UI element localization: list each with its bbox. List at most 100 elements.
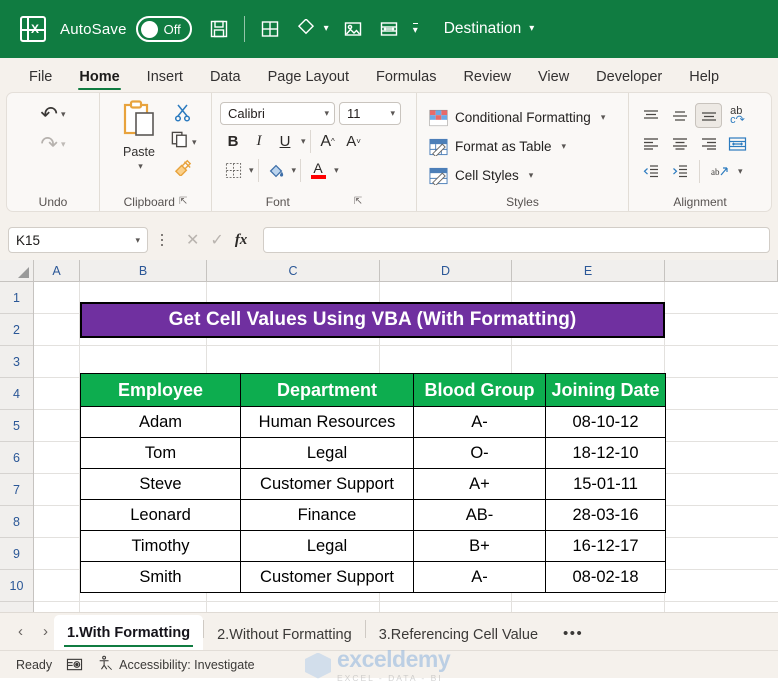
- sheet-title-banner[interactable]: Get Cell Values Using VBA (With Formatti…: [80, 302, 665, 338]
- underline-chevron-down-icon[interactable]: ▾: [301, 136, 306, 147]
- column-header-department[interactable]: Department: [240, 373, 414, 407]
- cell-department[interactable]: Human Resources: [240, 406, 414, 438]
- cell-area[interactable]: Get Cell Values Using VBA (With Formatti…: [34, 282, 778, 612]
- save-icon[interactable]: [204, 14, 234, 44]
- record-macro-icon[interactable]: [66, 657, 83, 672]
- ribbon-tab-view[interactable]: View: [527, 65, 580, 92]
- paste-icon[interactable]: [120, 100, 158, 145]
- ribbon-tab-data[interactable]: Data: [199, 65, 252, 92]
- italic-button[interactable]: I: [246, 129, 272, 154]
- orientation-icon[interactable]: ab: [706, 159, 733, 184]
- cancel-icon[interactable]: ✕: [186, 230, 199, 250]
- accessibility-status[interactable]: Accessibility: Investigate: [97, 655, 255, 674]
- select-all-button[interactable]: [0, 260, 34, 281]
- cell-department[interactable]: Finance: [240, 499, 414, 531]
- increase-indent-icon[interactable]: [666, 159, 693, 184]
- sheet-tab-referencing-cell-value[interactable]: 3.Referencing Cell Value: [366, 619, 551, 650]
- column-header-joining-date[interactable]: Joining Date: [545, 373, 666, 407]
- font-dialog-launcher-icon[interactable]: ⇱: [354, 196, 362, 207]
- cell-blood-group[interactable]: AB-: [413, 499, 546, 531]
- redo-chevron-down-icon[interactable]: ▾: [61, 139, 66, 150]
- borders-chevron-down-icon[interactable]: ▾: [249, 165, 254, 176]
- redo-icon[interactable]: ↷: [40, 134, 58, 155]
- cell-blood-group[interactable]: A-: [413, 406, 546, 438]
- cell-department[interactable]: Legal: [240, 530, 414, 562]
- underline-button[interactable]: U: [272, 129, 298, 154]
- paste-chevron-down-icon[interactable]: ▾: [138, 161, 143, 172]
- copy-icon[interactable]: [170, 130, 189, 154]
- shapes-chevron-down-icon[interactable]: ▾: [324, 24, 329, 34]
- cell-joining-date[interactable]: 15-01-11: [545, 468, 666, 500]
- increase-font-size-button[interactable]: A ^: [315, 129, 341, 154]
- column-header-a[interactable]: A: [34, 260, 80, 281]
- cell-blood-group[interactable]: B+: [413, 530, 546, 562]
- row-header-5[interactable]: 5: [0, 410, 33, 442]
- fill-color-icon[interactable]: [263, 158, 289, 183]
- insert-function-fx-icon[interactable]: fx: [235, 232, 248, 249]
- ribbon-tab-insert[interactable]: Insert: [136, 65, 194, 92]
- copy-chevron-down-icon[interactable]: ▾: [192, 137, 197, 148]
- column-header-e[interactable]: E: [512, 260, 665, 281]
- orientation-chevron-down-icon[interactable]: ▾: [738, 166, 743, 177]
- ribbon-tab-formulas[interactable]: Formulas: [365, 65, 447, 92]
- font-color-chevron-down-icon[interactable]: ▾: [334, 165, 339, 176]
- ribbon-tab-developer[interactable]: Developer: [585, 65, 673, 92]
- borders-icon[interactable]: [220, 158, 246, 183]
- ribbon-tab-home[interactable]: Home: [68, 65, 130, 92]
- row-header-10[interactable]: 10: [0, 570, 33, 602]
- previous-sheet-icon[interactable]: ‹: [18, 623, 23, 640]
- cell-employee[interactable]: Adam: [80, 406, 241, 438]
- cell-department[interactable]: Customer Support: [240, 468, 414, 500]
- sheet-tab-with-formatting[interactable]: 1.With Formatting: [54, 615, 204, 650]
- format-painter-icon[interactable]: [173, 157, 194, 181]
- column-header-b[interactable]: B: [80, 260, 207, 281]
- row-header-1[interactable]: 1: [0, 282, 33, 314]
- merge-and-center-icon[interactable]: [724, 131, 751, 156]
- ribbon-tab-page-layout[interactable]: Page Layout: [257, 65, 360, 92]
- row-header-2[interactable]: 2: [0, 314, 33, 346]
- ribbon-tab-review[interactable]: Review: [452, 65, 522, 92]
- cell-employee[interactable]: Smith: [80, 561, 241, 593]
- align-bottom-icon[interactable]: [695, 103, 722, 128]
- cell-blood-group[interactable]: O-: [413, 437, 546, 469]
- row-header-9[interactable]: 9: [0, 538, 33, 570]
- cell-department[interactable]: Legal: [240, 437, 414, 469]
- row-header-8[interactable]: 8: [0, 506, 33, 538]
- ribbon-tab-file[interactable]: File: [18, 65, 63, 92]
- shapes-icon[interactable]: [291, 14, 321, 44]
- cell-department[interactable]: Customer Support: [240, 561, 414, 593]
- column-header-f[interactable]: [665, 260, 778, 281]
- cell-joining-date[interactable]: 28-03-16: [545, 499, 666, 531]
- picture-icon[interactable]: [338, 14, 368, 44]
- row-header-4[interactable]: 4: [0, 378, 33, 410]
- undo-icon[interactable]: ↶: [40, 104, 58, 125]
- cell-employee[interactable]: Timothy: [80, 530, 241, 562]
- file-name-menu[interactable]: Destination ▾: [444, 20, 535, 38]
- next-sheet-icon[interactable]: ›: [43, 623, 48, 640]
- name-box[interactable]: K15 ▾: [8, 227, 148, 253]
- column-header-employee[interactable]: Employee: [80, 373, 241, 407]
- table-icon[interactable]: [255, 14, 285, 44]
- align-center-icon[interactable]: [666, 131, 693, 156]
- cell-employee[interactable]: Tom: [80, 437, 241, 469]
- cell-joining-date[interactable]: 18-12-10: [545, 437, 666, 469]
- merge-cells-icon[interactable]: [374, 14, 404, 44]
- font-name-combo[interactable]: Calibri ▾: [220, 102, 335, 125]
- row-header-6[interactable]: 6: [0, 442, 33, 474]
- column-header-blood-group[interactable]: Blood Group: [413, 373, 546, 407]
- customize-quick-access-toolbar-icon[interactable]: ▾: [412, 22, 418, 36]
- fill-color-chevron-down-icon[interactable]: ▾: [292, 165, 297, 176]
- row-header-7[interactable]: 7: [0, 474, 33, 506]
- column-header-c[interactable]: C: [207, 260, 380, 281]
- cell-joining-date[interactable]: 16-12-17: [545, 530, 666, 562]
- conditional-formatting-button[interactable]: Conditional Formatting ▾: [425, 104, 609, 131]
- row-header-3[interactable]: 3: [0, 346, 33, 378]
- cell-joining-date[interactable]: 08-02-18: [545, 561, 666, 593]
- cut-scissors-icon[interactable]: [173, 103, 193, 127]
- cell-blood-group[interactable]: A-: [413, 561, 546, 593]
- decrease-font-size-button[interactable]: A ˅: [341, 129, 367, 154]
- decrease-indent-icon[interactable]: [637, 159, 664, 184]
- clipboard-dialog-launcher-icon[interactable]: ⇱: [179, 196, 187, 207]
- enter-check-icon[interactable]: ✓: [210, 230, 223, 250]
- sheet-tab-without-formatting[interactable]: 2.Without Formatting: [204, 619, 365, 650]
